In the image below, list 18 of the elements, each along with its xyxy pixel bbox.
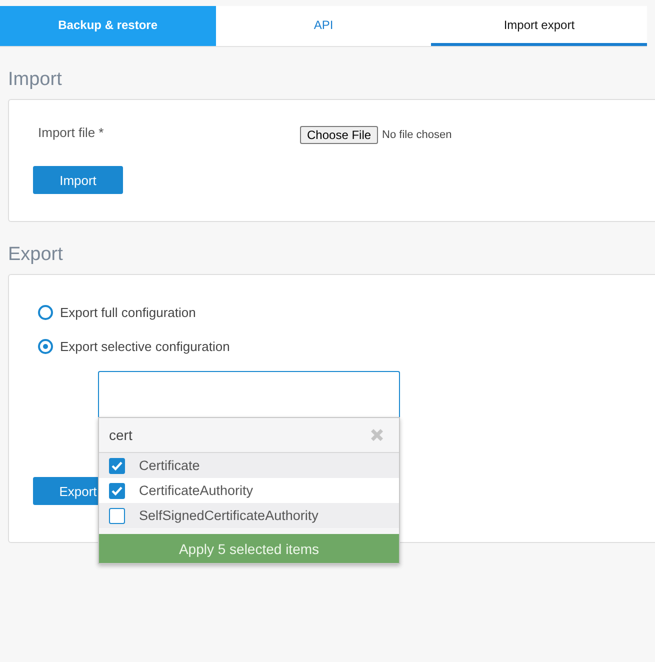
file-status: No file chosen [382,129,452,141]
radio-label: Export selective configuration [60,338,230,354]
import-button[interactable]: Import [33,166,123,194]
option-item[interactable]: SelfSignedCertificateAuthority [99,503,399,528]
option-item[interactable]: CertificateAuthority [99,478,399,503]
choose-file-button[interactable]: Choose File [300,126,378,144]
radio-button[interactable] [38,338,53,354]
section-heading: Export [8,244,64,266]
checkbox[interactable] [109,508,125,524]
section-heading: Import [8,69,63,91]
field-label: Import file * [38,124,105,140]
radio-button[interactable] [38,304,53,320]
select-field[interactable] [98,371,400,417]
option-item[interactable]: Certificate [99,453,399,478]
checkbox[interactable] [109,458,125,474]
checkbox[interactable] [109,482,125,498]
search-field[interactable]: cert [109,427,132,443]
radio-label: Export full configuration [60,304,196,320]
